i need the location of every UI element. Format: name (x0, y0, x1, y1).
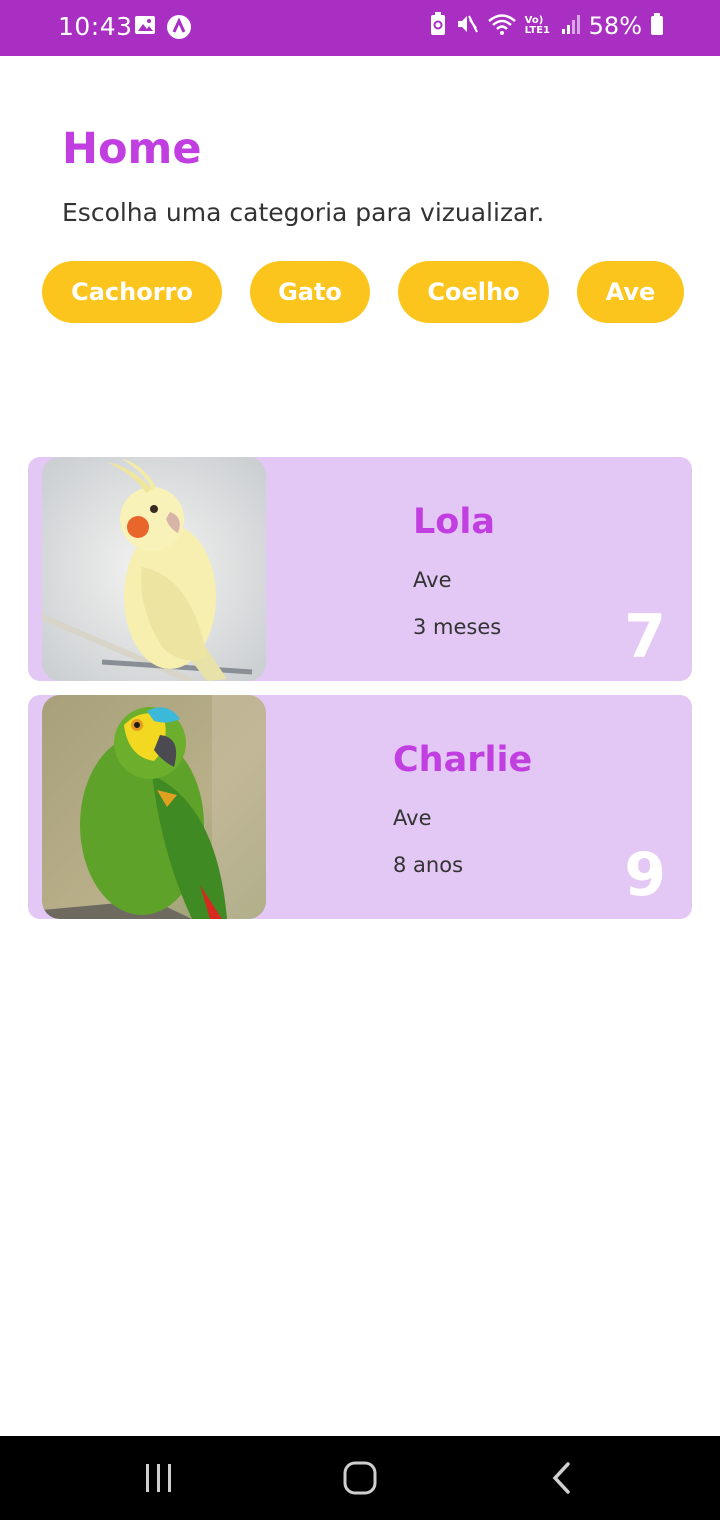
image-icon (134, 14, 156, 44)
parrot-photo (42, 695, 266, 919)
cockatiel-photo (42, 457, 266, 681)
recent-apps-icon[interactable] (137, 1458, 181, 1498)
page-title: Home (62, 124, 202, 174)
signal-icon (561, 13, 581, 39)
pet-name: Charlie (393, 740, 533, 780)
pet-card-lola[interactable]: Lola Ave 3 meses 7 (28, 457, 692, 681)
navigation-bar (0, 1436, 720, 1520)
home-icon[interactable] (338, 1458, 382, 1498)
status-bar: 10:43 Vo) LTE1 58% (0, 0, 720, 56)
status-time: 10:43 (58, 12, 133, 41)
category-chip-ave[interactable]: Ave (577, 261, 684, 323)
pet-category: Ave (413, 568, 452, 592)
back-icon[interactable] (540, 1458, 584, 1498)
category-chip-gato[interactable]: Gato (250, 261, 370, 323)
category-chip-cachorro[interactable]: Cachorro (42, 261, 222, 323)
pet-age: 8 anos (393, 853, 464, 877)
page-subtitle: Escolha uma categoria para vizualizar. (62, 198, 545, 227)
pet-category: Ave (393, 806, 432, 830)
battery-percent: 58% (588, 12, 642, 40)
lte-label: Vo) LTE1 (524, 15, 550, 36)
wifi-icon (487, 12, 517, 40)
mute-icon (455, 12, 479, 40)
pet-card-charlie[interactable]: Charlie Ave 8 anos 9 (28, 695, 692, 919)
app-notification-icon (166, 14, 192, 44)
battery-icon (650, 12, 664, 40)
pet-number: 9 (624, 840, 666, 910)
pet-age: 3 meses (413, 615, 502, 639)
pet-number: 7 (624, 602, 666, 672)
battery-saver-icon (429, 12, 447, 40)
category-chip-coelho[interactable]: Coelho (398, 261, 549, 323)
pet-name: Lola (413, 502, 495, 542)
